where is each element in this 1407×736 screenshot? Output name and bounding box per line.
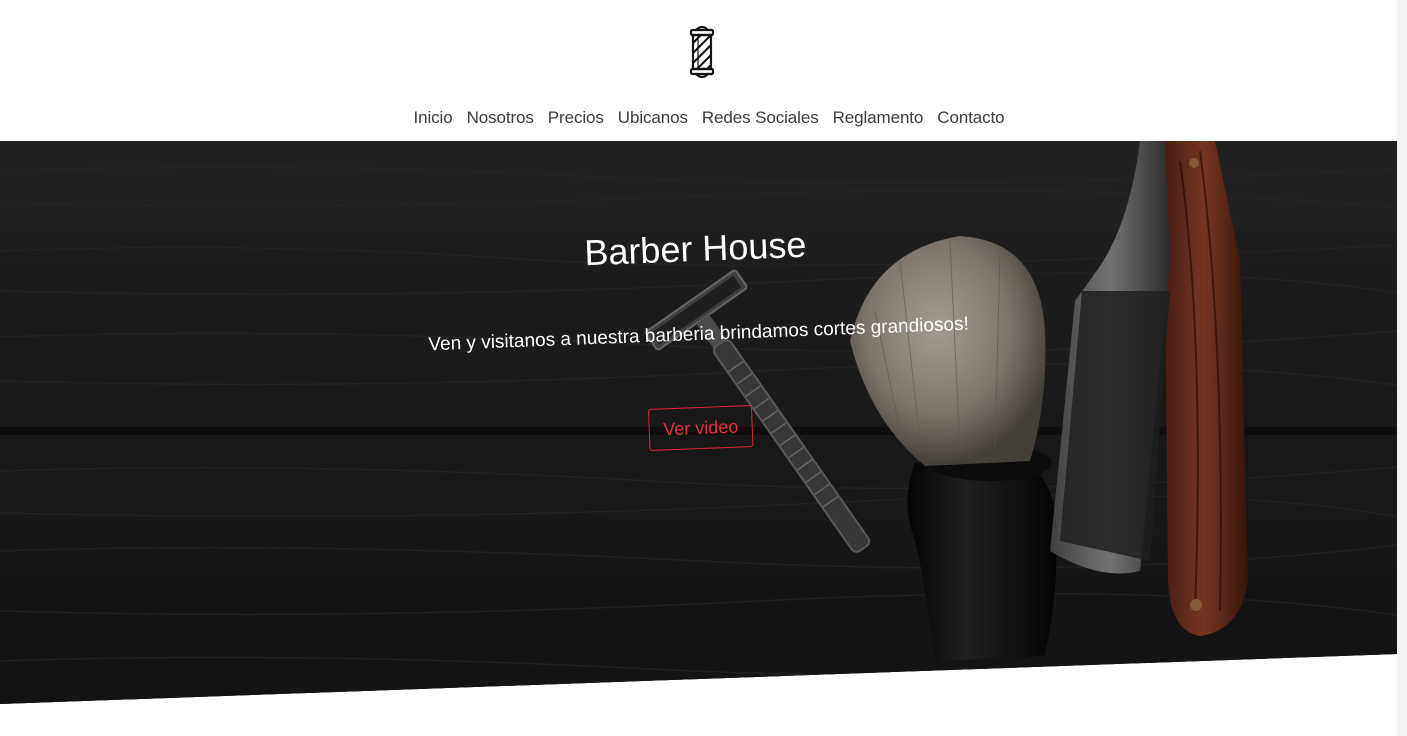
nav-item-redes-sociales[interactable]: Redes Sociales [702, 104, 819, 132]
nav-item-precios[interactable]: Precios [548, 104, 604, 132]
nav-item-nosotros[interactable]: Nosotros [467, 104, 534, 132]
nav-item-ubicanos[interactable]: Ubicanos [618, 104, 688, 132]
main-nav: Inicio Nosotros Precios Ubicanos Redes S… [0, 104, 1407, 132]
hero-title: Barber House [583, 223, 808, 274]
hero-subtitle: Ven y visitanos a nuestra barberia brind… [428, 313, 970, 356]
nav-item-reglamento[interactable]: Reglamento [833, 104, 924, 132]
hero-content: Barber House Ven y visitanos a nuestra b… [0, 141, 1397, 704]
barber-pole-icon[interactable] [683, 23, 721, 83]
watch-video-button[interactable]: Ver video [647, 404, 754, 451]
nav-item-contacto[interactable]: Contacto [937, 104, 1004, 132]
nav-item-inicio[interactable]: Inicio [413, 104, 452, 132]
site-header: Inicio Nosotros Precios Ubicanos Redes S… [0, 0, 1397, 141]
page: Inicio Nosotros Precios Ubicanos Redes S… [0, 0, 1407, 736]
hero-section: Barber House Ven y visitanos a nuestra b… [0, 141, 1397, 704]
